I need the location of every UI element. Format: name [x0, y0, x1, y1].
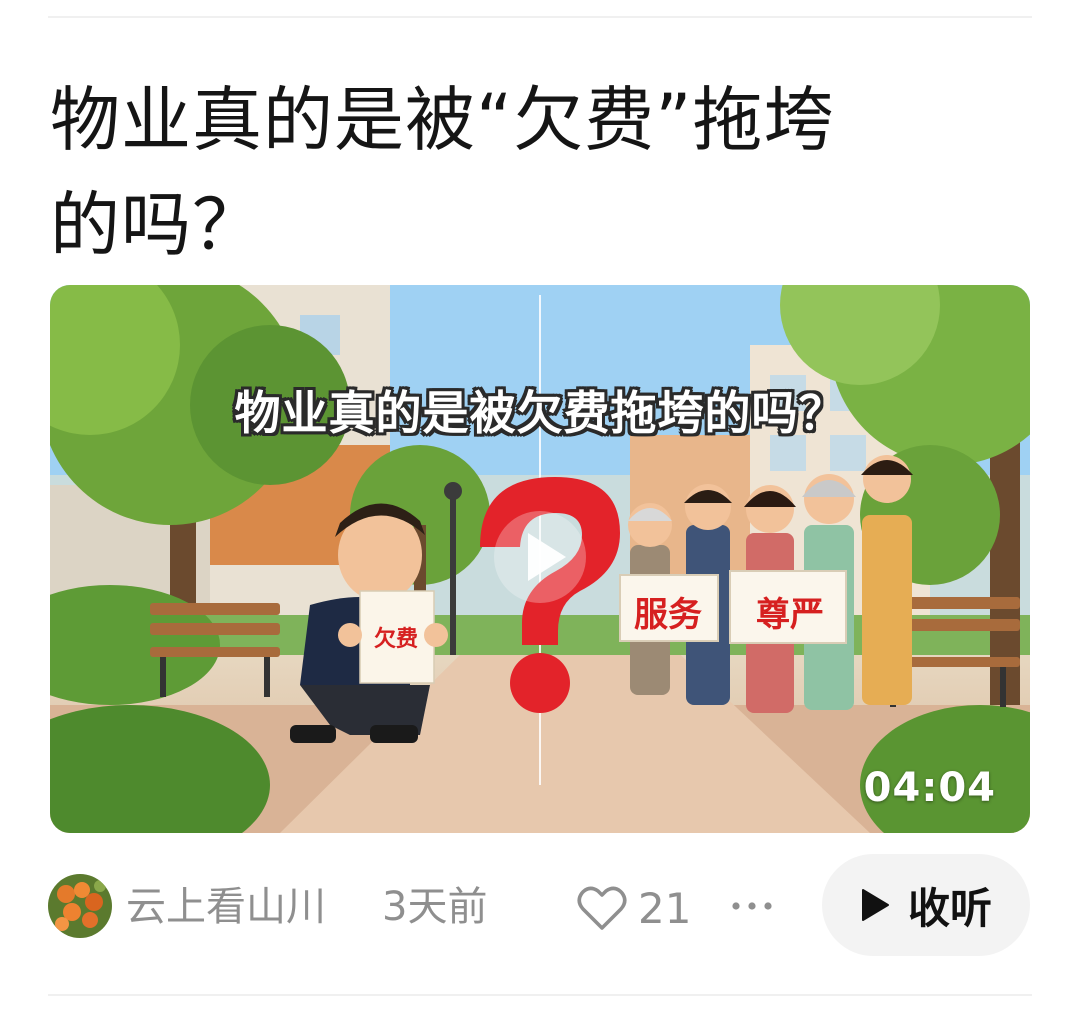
sign-arrears: 欠费 — [373, 627, 418, 652]
video-duration: 04:04 — [863, 765, 996, 811]
article-title[interactable]: 物业真的是被“欠费”拖垮的吗？ — [50, 68, 870, 278]
top-divider — [48, 16, 1032, 18]
play-icon — [494, 511, 586, 603]
listen-label: 收听 — [907, 883, 992, 933]
sign-dignity: 尊严 — [756, 595, 824, 635]
play-icon — [861, 889, 889, 921]
bottom-divider — [48, 994, 1032, 996]
more-options-button[interactable] — [728, 884, 784, 928]
play-button[interactable] — [490, 507, 590, 607]
like-button[interactable]: 21 — [574, 878, 691, 938]
avatar-image — [48, 874, 112, 938]
video-thumbnail[interactable]: 物业真的是被欠费拖垮的吗？ 欠费 服务 尊严 04:04 — [50, 285, 1030, 833]
heart-icon — [577, 886, 627, 930]
video-headline: 物业真的是被欠费拖垮的吗？ — [234, 386, 846, 440]
sign-service: 服务 — [634, 595, 702, 635]
listen-button[interactable]: 收听 — [822, 854, 1030, 956]
like-count: 21 — [638, 883, 692, 933]
post-time: 3天前 — [382, 884, 488, 930]
author-name[interactable]: 云上看山川 — [126, 880, 326, 934]
author-avatar[interactable] — [48, 874, 112, 938]
more-icon — [732, 902, 772, 910]
